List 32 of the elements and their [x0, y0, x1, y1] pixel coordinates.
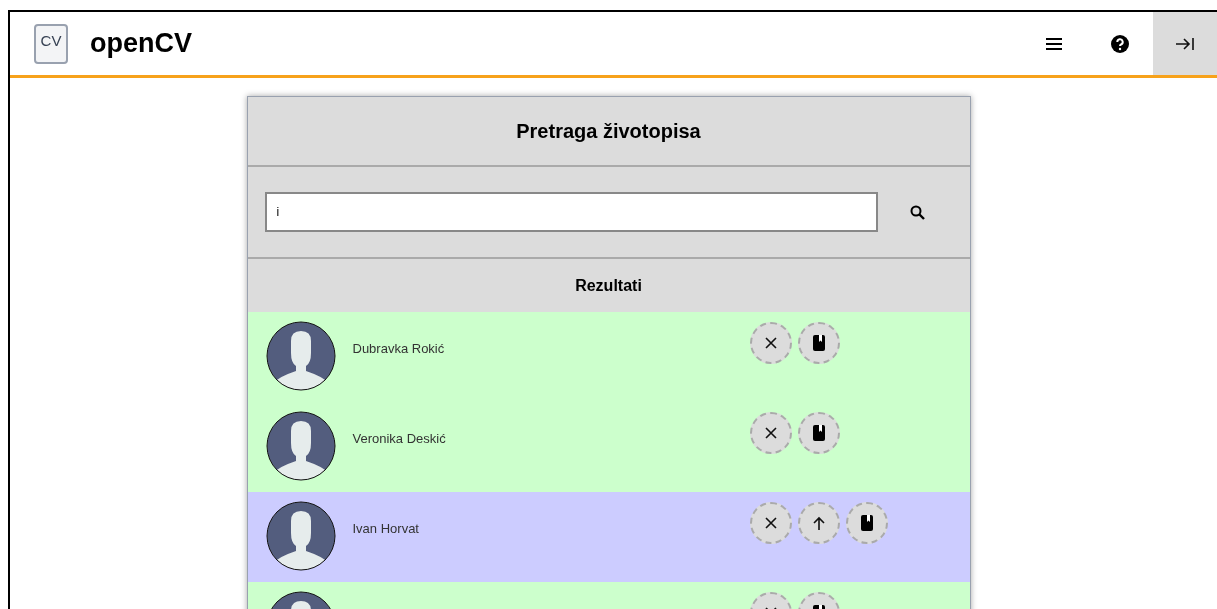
candidate-name: Ivan Horvat [352, 520, 420, 538]
cv-logo: CV [34, 23, 68, 64]
close-icon [763, 426, 778, 440]
book-icon [811, 424, 826, 442]
book-icon [811, 334, 826, 352]
help-icon [1111, 34, 1129, 53]
upload-button[interactable] [797, 502, 840, 544]
candidate-name: Veronika Deskić [352, 430, 447, 448]
result-row[interactable]: Veronika Deskić [247, 402, 970, 492]
app-title: openCV [90, 27, 192, 61]
avatar-silhouette-icon [265, 411, 336, 481]
arrow-to-bar-icon [1175, 36, 1195, 51]
result-row[interactable]: Ivan Horvat [247, 492, 970, 582]
result-row[interactable]: Dubravka Rokić [247, 312, 970, 402]
avatar-silhouette-icon [265, 501, 336, 571]
card-title: Pretraga životopisa [516, 119, 701, 144]
arrow-up-icon [811, 515, 826, 531]
close-icon [763, 336, 778, 350]
cv-button[interactable] [797, 322, 840, 364]
remove-button[interactable] [749, 412, 792, 454]
candidate-name: Dubravka Rokić [352, 340, 446, 358]
remove-button[interactable] [749, 502, 792, 544]
cv-button[interactable] [845, 502, 888, 544]
search-field[interactable]: i [264, 192, 878, 232]
close-icon [763, 516, 778, 530]
menu-icon [1046, 37, 1062, 50]
remove-button[interactable] [749, 322, 792, 364]
cv-button[interactable] [797, 412, 840, 454]
book-icon [859, 514, 874, 532]
search-icon [910, 204, 925, 220]
results-title: Rezultati [575, 275, 642, 296]
avatar-silhouette-icon [265, 321, 336, 391]
